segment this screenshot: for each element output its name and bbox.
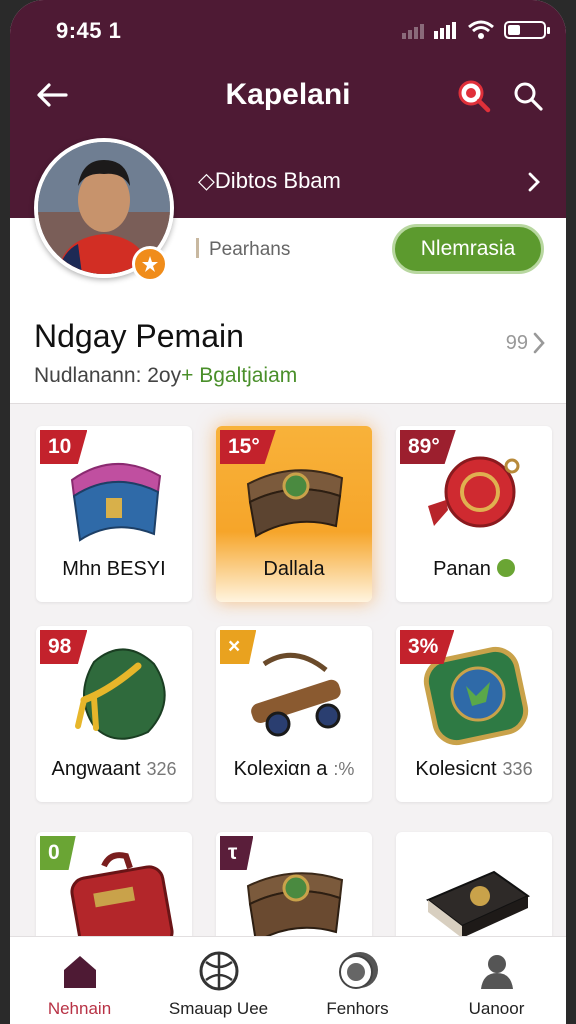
profile-name-row[interactable]: ◇Dibtos Bbam bbox=[198, 164, 548, 200]
section-subtitle-highlight: + Bgaltjaiam bbox=[181, 364, 298, 387]
chevron-right-icon bbox=[532, 328, 552, 358]
bottom-nav: Nehnain Smauap Uee Fenhors Uanoor bbox=[10, 936, 566, 1024]
item-card[interactable]: 0 bbox=[36, 832, 192, 936]
item-label: Angwaant 326 bbox=[36, 758, 192, 781]
item-extra: :% bbox=[333, 759, 355, 779]
action-button[interactable]: Nlemrasia bbox=[392, 224, 544, 274]
tab-label: Uanoor bbox=[468, 999, 525, 1018]
promo-search-button[interactable] bbox=[454, 76, 494, 116]
item-label: Dallala bbox=[216, 558, 372, 581]
signal-icon bbox=[402, 22, 456, 39]
tab-label: Smauap Uee bbox=[168, 999, 269, 1018]
item-name: Kolexiαn a bbox=[233, 758, 328, 780]
status-icons bbox=[402, 20, 550, 40]
ball-icon bbox=[197, 949, 241, 993]
wifi-icon bbox=[468, 20, 494, 39]
item-name: Angwaant bbox=[51, 758, 141, 780]
check-dot-icon bbox=[496, 559, 515, 577]
section-subtitle: Nudlanann: 2oy+ Bgaltjaiam bbox=[34, 364, 297, 388]
item-extra: 326 bbox=[146, 759, 177, 779]
item-extra: 336 bbox=[502, 759, 533, 779]
app-screen: 9:45 1 Kapelani ◇Dibtos Bbam Pearhans Nl… bbox=[10, 0, 566, 1024]
section-header[interactable]: Ndgay Pemain Nudlanann: 2oy+ Bgaltjaiam … bbox=[10, 290, 566, 404]
item-name: Mhn BESYI bbox=[62, 558, 166, 580]
tab-label: Fenhors bbox=[326, 999, 389, 1018]
backpack-icon bbox=[54, 846, 174, 936]
item-label: Kolesicnt 336 bbox=[396, 758, 552, 781]
item-label: Panan bbox=[396, 558, 552, 581]
search-icon bbox=[514, 82, 543, 111]
item-name: Dallala bbox=[263, 558, 325, 580]
item-label: Kolexiαn a:% bbox=[216, 758, 372, 781]
profile-icon bbox=[475, 949, 519, 993]
treasure-box-icon bbox=[234, 846, 354, 936]
tab-profile[interactable]: Uanoor bbox=[427, 937, 566, 1024]
item-card[interactable]: τ bbox=[216, 832, 372, 936]
book-icon bbox=[414, 846, 534, 936]
avatar[interactable] bbox=[34, 138, 174, 282]
tab-store[interactable]: Fenhors bbox=[288, 937, 427, 1024]
home-icon bbox=[58, 949, 102, 993]
item-card[interactable]: 3% Kolesicnt 336 bbox=[396, 626, 552, 802]
item-card[interactable] bbox=[396, 832, 552, 936]
status-time: 9:45 1 bbox=[56, 18, 122, 43]
tab-label: Nehnain bbox=[47, 999, 112, 1018]
battery-icon bbox=[504, 21, 550, 39]
chevron-right-icon bbox=[520, 164, 548, 200]
section-count: 99 bbox=[505, 332, 528, 354]
search-button[interactable] bbox=[508, 76, 548, 116]
tab-match[interactable]: Smauap Uee bbox=[149, 937, 288, 1024]
item-card[interactable]: 89° Panan bbox=[396, 426, 552, 602]
item-card-featured[interactable]: 15° Dallala bbox=[216, 426, 372, 602]
section-subtitle-prefix: Nudlanann: 2oy bbox=[34, 364, 182, 387]
magnifier-badge-icon bbox=[458, 80, 491, 113]
coin-icon bbox=[336, 949, 380, 993]
item-card[interactable]: 10 Mhn BESYI bbox=[36, 426, 192, 602]
nav-bar: Kapelani bbox=[10, 70, 566, 120]
item-name: Kolesicnt bbox=[415, 758, 497, 780]
item-card[interactable]: 98 Angwaant 326 bbox=[36, 626, 192, 802]
section-title: Ndgay Pemain bbox=[34, 318, 244, 354]
item-grid: 10 Mhn BESYI 15° Dallala 89° Panan 98 An… bbox=[10, 404, 566, 936]
item-name: Panan bbox=[433, 558, 491, 580]
star-badge-icon bbox=[132, 246, 168, 282]
tab-home[interactable]: Nehnain bbox=[10, 937, 149, 1024]
status-bar: 9:45 1 bbox=[10, 0, 566, 60]
item-card[interactable]: × Kolexiαn a:% bbox=[216, 626, 372, 802]
points-label: Pearhans bbox=[196, 238, 290, 261]
item-label: Mhn BESYI bbox=[36, 558, 192, 581]
profile-name: ◇Dibtos Bbam bbox=[198, 168, 341, 193]
cannon-icon bbox=[234, 640, 354, 750]
